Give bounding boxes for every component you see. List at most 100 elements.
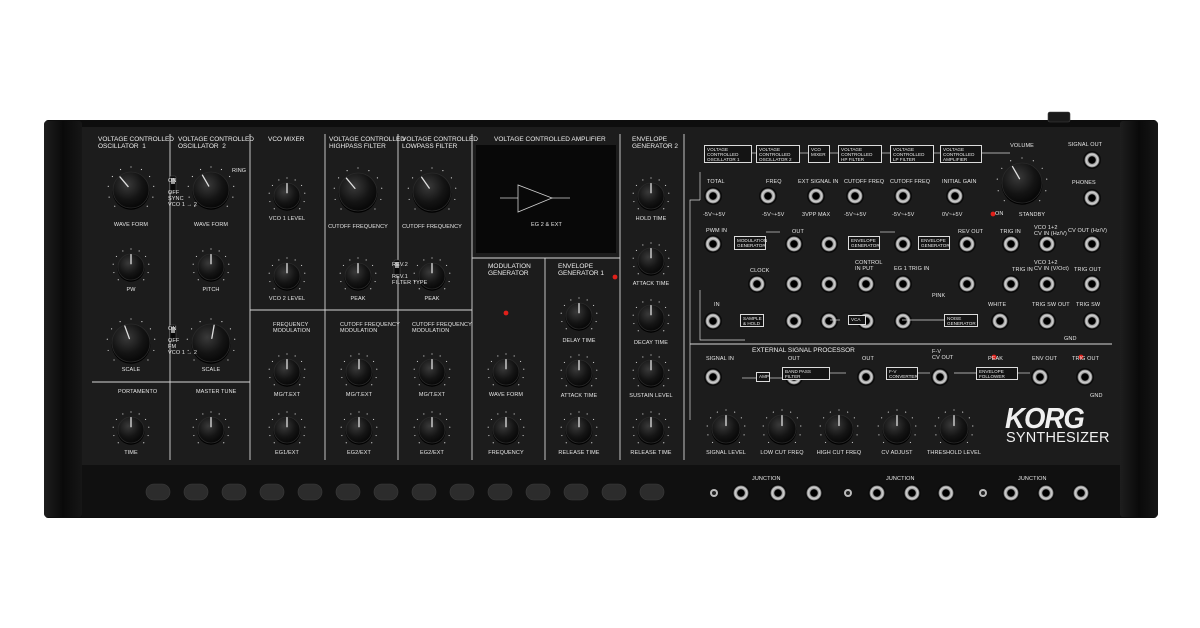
- mg-t-ext-label-3: MG/T.EXT: [418, 392, 446, 398]
- freq-jack[interactable]: [759, 187, 777, 205]
- junction-jack-3[interactable]: [805, 484, 823, 502]
- pw-label: PW: [126, 287, 136, 293]
- synthesizer-illustration: [44, 111, 1158, 518]
- vca-box: [476, 145, 616, 253]
- bottom-key-button-14[interactable]: [639, 483, 665, 501]
- mg-out-jack-1[interactable]: [785, 235, 803, 253]
- bottom-key-button-13[interactable]: [601, 483, 627, 501]
- eg1-trig-in-jack[interactable]: [894, 275, 912, 293]
- pink-noise-jack[interactable]: [958, 275, 976, 293]
- trig-out-jack[interactable]: [1083, 275, 1101, 293]
- lp-cutoff-cv-jack[interactable]: [894, 187, 912, 205]
- bottom-key-button-1[interactable]: [145, 483, 171, 501]
- eg-out-jack[interactable]: [894, 235, 912, 253]
- bottom-key-button-8[interactable]: [411, 483, 437, 501]
- freq-mod-header: FREQUENCY MODULATION: [273, 322, 311, 334]
- master-tune-header: MASTER TUNE: [196, 389, 237, 395]
- env-out-jack[interactable]: [1031, 368, 1049, 386]
- standby-label: STANDBY: [1018, 212, 1046, 218]
- bottom-key-button-11[interactable]: [525, 483, 551, 501]
- bottom-key-button-3[interactable]: [221, 483, 247, 501]
- initial-gain-jack[interactable]: [946, 187, 964, 205]
- block-vco1: VOLTAGE CONTROLLED OSCILLATOR 1: [704, 145, 752, 163]
- label-vco12-hzv: VCO 1+2 CV IN (Hz/V): [1034, 225, 1067, 237]
- trig-sw-out-jack[interactable]: [1038, 312, 1056, 330]
- label-esp-trig-out: TRIG OUT: [1072, 356, 1100, 362]
- junction-jack-4[interactable]: [868, 484, 886, 502]
- mg-t-ext-label-1: MG/T.EXT: [273, 392, 301, 398]
- sh-out-jack[interactable]: [785, 312, 803, 330]
- eg2-led: [612, 274, 618, 280]
- label-trig-sw: TRIG SW: [1076, 302, 1101, 308]
- bottom-key-button-4[interactable]: [259, 483, 285, 501]
- high-cut-label: HIGH CUT FREQ: [816, 450, 862, 456]
- junction-jack-9[interactable]: [1072, 484, 1090, 502]
- clock-jack[interactable]: [748, 275, 766, 293]
- eg2-ext-label-2: EG2/EXT: [420, 450, 444, 456]
- label-esp-gnd: GND: [1090, 393, 1103, 399]
- bottom-key-button-2[interactable]: [183, 483, 209, 501]
- cutoff-mod2-header: CUTOFF FREQUENCY MODULATION: [412, 322, 472, 334]
- mg-mod-jack-2[interactable]: [820, 275, 838, 293]
- mg-mod-jack-1[interactable]: [785, 275, 803, 293]
- bottom-key-button-9[interactable]: [449, 483, 475, 501]
- fv-cv-out-jack[interactable]: [931, 368, 949, 386]
- bottom-key-button-12[interactable]: [563, 483, 589, 501]
- sync-switch-label: ON OFF SYNC VCO 1 → 2: [168, 178, 198, 208]
- label-cv-out: CV OUT (Hz/V): [1068, 228, 1108, 234]
- vco-cv-voct-jack[interactable]: [1038, 275, 1056, 293]
- hpf-header: VOLTAGE CONTROLLED HIGHPASS FILTER: [329, 136, 405, 150]
- vco1-level-label: VCO 1 LEVEL: [268, 216, 306, 222]
- pwm-in-jack[interactable]: [704, 235, 722, 253]
- bottom-key-button-6[interactable]: [335, 483, 361, 501]
- label-signal-in: SIGNAL IN: [706, 356, 734, 362]
- sh-in-jack[interactable]: [704, 312, 722, 330]
- lp-peak-label: PEAK: [424, 296, 440, 302]
- label-ext-signal-in: EXT SIGNAL IN: [798, 179, 839, 185]
- junction-jack-2[interactable]: [769, 484, 787, 502]
- hp-cutoff-cv-jack[interactable]: [846, 187, 864, 205]
- vco-cv-hzv-jack[interactable]: [1038, 235, 1056, 253]
- ext-signal-in-jack[interactable]: [807, 187, 825, 205]
- portamento-time-label: TIME: [124, 450, 138, 456]
- junction-jack-6[interactable]: [937, 484, 955, 502]
- signal-in-jack[interactable]: [704, 368, 722, 386]
- block-noise-generator: NOISE GENERATOR: [944, 314, 978, 327]
- mod-gen-header: MODULATION GENERATOR: [488, 263, 531, 277]
- bottom-key-button-7[interactable]: [373, 483, 399, 501]
- junction-jack-8[interactable]: [1037, 484, 1055, 502]
- vca-out-jack[interactable]: [894, 312, 912, 330]
- label-eg1-trig-in: EG 1 TRIG IN: [894, 266, 930, 272]
- bottom-key-button-5[interactable]: [297, 483, 323, 501]
- label-clock: CLOCK: [750, 268, 770, 274]
- signal-out-jack[interactable]: [1083, 151, 1101, 169]
- junction-jack-1[interactable]: [732, 484, 750, 502]
- mg-out-jack-2[interactable]: [820, 235, 838, 253]
- bpf-out-jack[interactable]: [857, 368, 875, 386]
- eg1-release-label: RELEASE TIME: [558, 450, 600, 456]
- phones-jack[interactable]: [1083, 189, 1101, 207]
- trig-sw-jack[interactable]: [1083, 312, 1101, 330]
- white-noise-jack[interactable]: [991, 312, 1009, 330]
- esp-trig-out-jack[interactable]: [1076, 368, 1094, 386]
- label-trig-in-2: TRIG IN: [1012, 267, 1033, 273]
- junction-jack-5[interactable]: [903, 484, 921, 502]
- rev-out-jack[interactable]: [958, 235, 976, 253]
- eg2-attack-label: ATTACK TIME: [632, 281, 670, 287]
- eg2-sustain-label: SUSTAIN LEVEL: [629, 393, 673, 399]
- trig-in-jack[interactable]: [1002, 235, 1020, 253]
- control-input-jack[interactable]: [857, 275, 875, 293]
- label-initial-gain: INITIAL GAIN: [942, 179, 977, 185]
- threshold-label: THRESHOLD LEVEL: [926, 450, 982, 456]
- vca-in-jack[interactable]: [820, 312, 838, 330]
- label-env-out: ENV OUT: [1032, 356, 1058, 362]
- cv-out-jack[interactable]: [1083, 235, 1101, 253]
- bottom-key-button-10[interactable]: [487, 483, 513, 501]
- vco-mixer-header: VCO MIXER: [268, 136, 305, 143]
- trig-in-2-jack[interactable]: [1002, 275, 1020, 293]
- fm-switch-label: ON OFF FM VCO 1 → 2: [168, 326, 198, 356]
- block-amplifier: VOLTAGE CONTROLLED AMPLIFIER: [940, 145, 982, 163]
- label-range-5: -5V~+5V: [892, 212, 915, 218]
- total-jack[interactable]: [704, 187, 722, 205]
- junction-jack-7[interactable]: [1002, 484, 1020, 502]
